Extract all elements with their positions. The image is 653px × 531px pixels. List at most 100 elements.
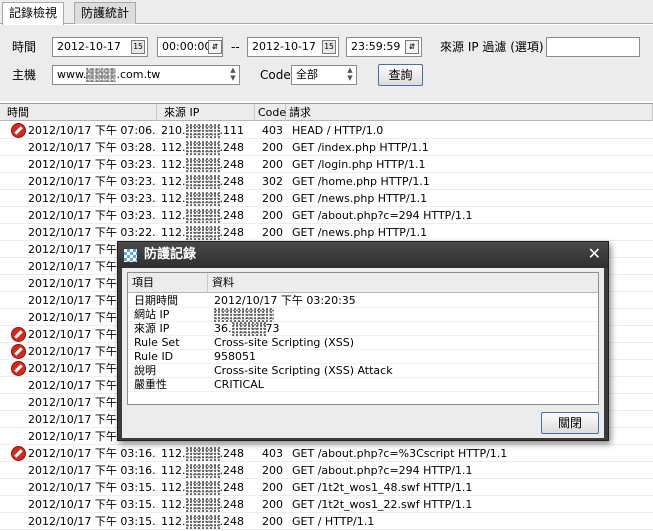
ip-prefix: 112. (161, 515, 186, 528)
start-time-value: 00:00:00 (162, 40, 212, 53)
redacted-mark (185, 192, 220, 206)
detail-value-cell (214, 308, 594, 322)
ip-suffix: .248 (219, 175, 245, 188)
detail-value-cell: CRITICAL (214, 378, 594, 392)
ip-prefix: 112. (161, 447, 186, 460)
cell-time: 2012/10/17 下午 03:15... (28, 498, 157, 511)
column-header-time[interactable]: 時間 (0, 104, 157, 121)
table-row[interactable]: 2012/10/17 下午 03:23... 112. .248 200 GET /lo… (0, 156, 653, 173)
table-row[interactable]: 2012/10/17 下午 03:15... 112. .248 200 GET /1t… (0, 479, 653, 496)
detail-key: Rule Set (134, 336, 180, 349)
host-select[interactable]: www. .com.tw (52, 65, 240, 85)
column-header-request[interactable]: 請求 (286, 104, 653, 121)
source-ip-input[interactable] (546, 37, 640, 57)
table-row[interactable]: 2012/10/17 下午 03:15... 112. .248 200 GET / H… (0, 513, 653, 530)
detail-key: 說明 (134, 364, 156, 377)
start-date-value: 2012-10-17 (57, 40, 121, 53)
detail-value: CRITICAL (214, 378, 264, 391)
redacted-mark (185, 209, 220, 223)
column-header-code[interactable]: Code (255, 104, 286, 121)
cell-source-ip: 112. .248 (161, 156, 255, 173)
cell-source-ip: 112. .248 (161, 207, 255, 224)
detail-row[interactable]: 說明 Cross-site Scripting (XSS) Attack (128, 364, 598, 378)
redacted-mark (185, 158, 220, 172)
blocked-icon (11, 327, 26, 342)
cell-code: 200 (262, 209, 283, 222)
column-header-data[interactable]: 資料 (208, 273, 598, 293)
end-calendar-icon[interactable]: 15 (322, 40, 336, 54)
redacted-mark (185, 498, 220, 512)
table-header: 時間 來源 IP Code 請求 (0, 104, 653, 121)
column-header-item[interactable]: 項目 (128, 273, 208, 293)
table-row[interactable]: 2012/10/17 下午 03:23... 112. .248 200 GET /ab… (0, 207, 653, 224)
cell-request: GET /news.php HTTP/1.1 (292, 192, 428, 205)
cell-request: GET /home.php HTTP/1.1 (292, 175, 430, 188)
detail-value-cell: 958051 (214, 350, 594, 364)
blocked-icon (11, 344, 26, 359)
table-row[interactable]: 2012/10/17 下午 03:15... 112. .248 200 GET /1t… (0, 496, 653, 513)
detail-row[interactable]: 網站 IP (128, 308, 598, 322)
detail-value-suffix: 73 (265, 322, 280, 335)
detail-row[interactable]: Rule Set Cross-site Scripting (XSS) (128, 336, 598, 350)
source-ip-label: 來源 IP 過濾 (選項) (440, 40, 544, 54)
detail-value: Cross-site Scripting (XSS) Attack (214, 364, 393, 377)
ip-suffix: .248 (219, 141, 245, 154)
end-time-value: 23:59:59 (351, 40, 401, 53)
detail-row[interactable]: 日期時間 2012/10/17 下午 03:20:35 (128, 294, 598, 308)
dialog-title: 防護記錄 (144, 247, 197, 262)
detail-key: 日期時間 (134, 294, 178, 307)
ip-suffix: .248 (219, 192, 245, 205)
cell-code: 200 (262, 158, 283, 171)
dialog-titlebar[interactable]: 防護記錄 ✕ (118, 242, 608, 268)
host-value-prefix: www. (57, 68, 87, 81)
cell-code: 403 (262, 124, 283, 137)
redacted-mark (185, 175, 220, 189)
ip-suffix: .111 (219, 124, 245, 137)
cell-request: HEAD / HTTP/1.0 (292, 124, 384, 137)
detail-value: Cross-site Scripting (XSS) (214, 336, 354, 349)
end-time-spinner-icon[interactable]: ⇵ (405, 40, 419, 54)
cell-source-ip: 210. .111 (161, 122, 255, 139)
table-row[interactable]: 2012/10/17 下午 03:23... 112. .248 302 GET /ho… (0, 173, 653, 190)
table-row[interactable]: 2012/10/17 下午 03:22... 112. .248 200 GET /ne… (0, 224, 653, 241)
close-button[interactable]: 關閉 (541, 412, 599, 434)
detail-value: 2012/10/17 下午 03:20:35 (214, 294, 356, 307)
detail-key: 來源 IP (134, 322, 170, 335)
detail-row[interactable]: 嚴重性 CRITICAL (128, 378, 598, 392)
cell-request: GET /1t2t_wos1_22.swf HTTP/1.1 (292, 498, 473, 511)
cell-request: GET /about.php?c=%3Cscript HTTP/1.1 (292, 447, 508, 460)
column-header-source-ip[interactable]: 來源 IP (157, 104, 255, 121)
detail-row[interactable]: Rule ID 958051 (128, 350, 598, 364)
cell-source-ip: 112. .248 (161, 479, 255, 496)
code-dropdown-icon[interactable]: ▲ ▼ (343, 66, 357, 84)
ip-prefix: 112. (161, 158, 186, 171)
table-row[interactable]: 2012/10/17 下午 03:23... 112. .248 200 GET /ne… (0, 190, 653, 207)
query-button[interactable]: 查詢 (378, 64, 423, 86)
cell-source-ip: 112. .248 (161, 462, 255, 479)
redacted-mark (185, 464, 220, 478)
code-value: 全部 (296, 68, 318, 81)
table-row[interactable]: 2012/10/17 下午 03:28... 112. .248 200 GET /in… (0, 139, 653, 156)
tab-log-view[interactable]: 記錄檢視 (2, 2, 65, 25)
table-row[interactable]: 2012/10/17 下午 03:16... 112. .248 403 GET /ab… (0, 445, 653, 462)
cell-request: GET /about.php?c=294 HTTP/1.1 (292, 209, 473, 222)
cell-source-ip: 112. .248 (161, 173, 255, 190)
host-dropdown-icon[interactable]: ▲ ▼ (226, 66, 240, 84)
detail-key: 嚴重性 (134, 378, 167, 391)
cell-request: GET /index.php HTTP/1.1 (292, 141, 429, 154)
start-calendar-icon[interactable]: 15 (131, 40, 145, 54)
ip-suffix: .248 (219, 447, 245, 460)
tab-protection-stats[interactable]: 防護統計 (74, 2, 137, 24)
cell-code: 200 (262, 141, 283, 154)
ip-suffix: .248 (219, 158, 245, 171)
detail-row[interactable]: 來源 IP 36. 73 (128, 322, 598, 336)
table-row[interactable]: 2012/10/17 下午 07:06... 210. .111 403 HEAD / … (0, 122, 653, 139)
table-row[interactable]: 2012/10/17 下午 03:16... 112. .248 200 GET /ab… (0, 462, 653, 479)
redacted-mark (185, 124, 220, 138)
detail-value-cell: 2012/10/17 下午 03:20:35 (214, 294, 594, 308)
close-icon[interactable]: ✕ (588, 245, 601, 263)
dialog-app-icon (124, 249, 137, 262)
ip-prefix: 112. (161, 498, 186, 511)
start-time-spinner-icon[interactable]: ⇵ (208, 40, 222, 54)
ip-prefix: 112. (161, 226, 186, 239)
